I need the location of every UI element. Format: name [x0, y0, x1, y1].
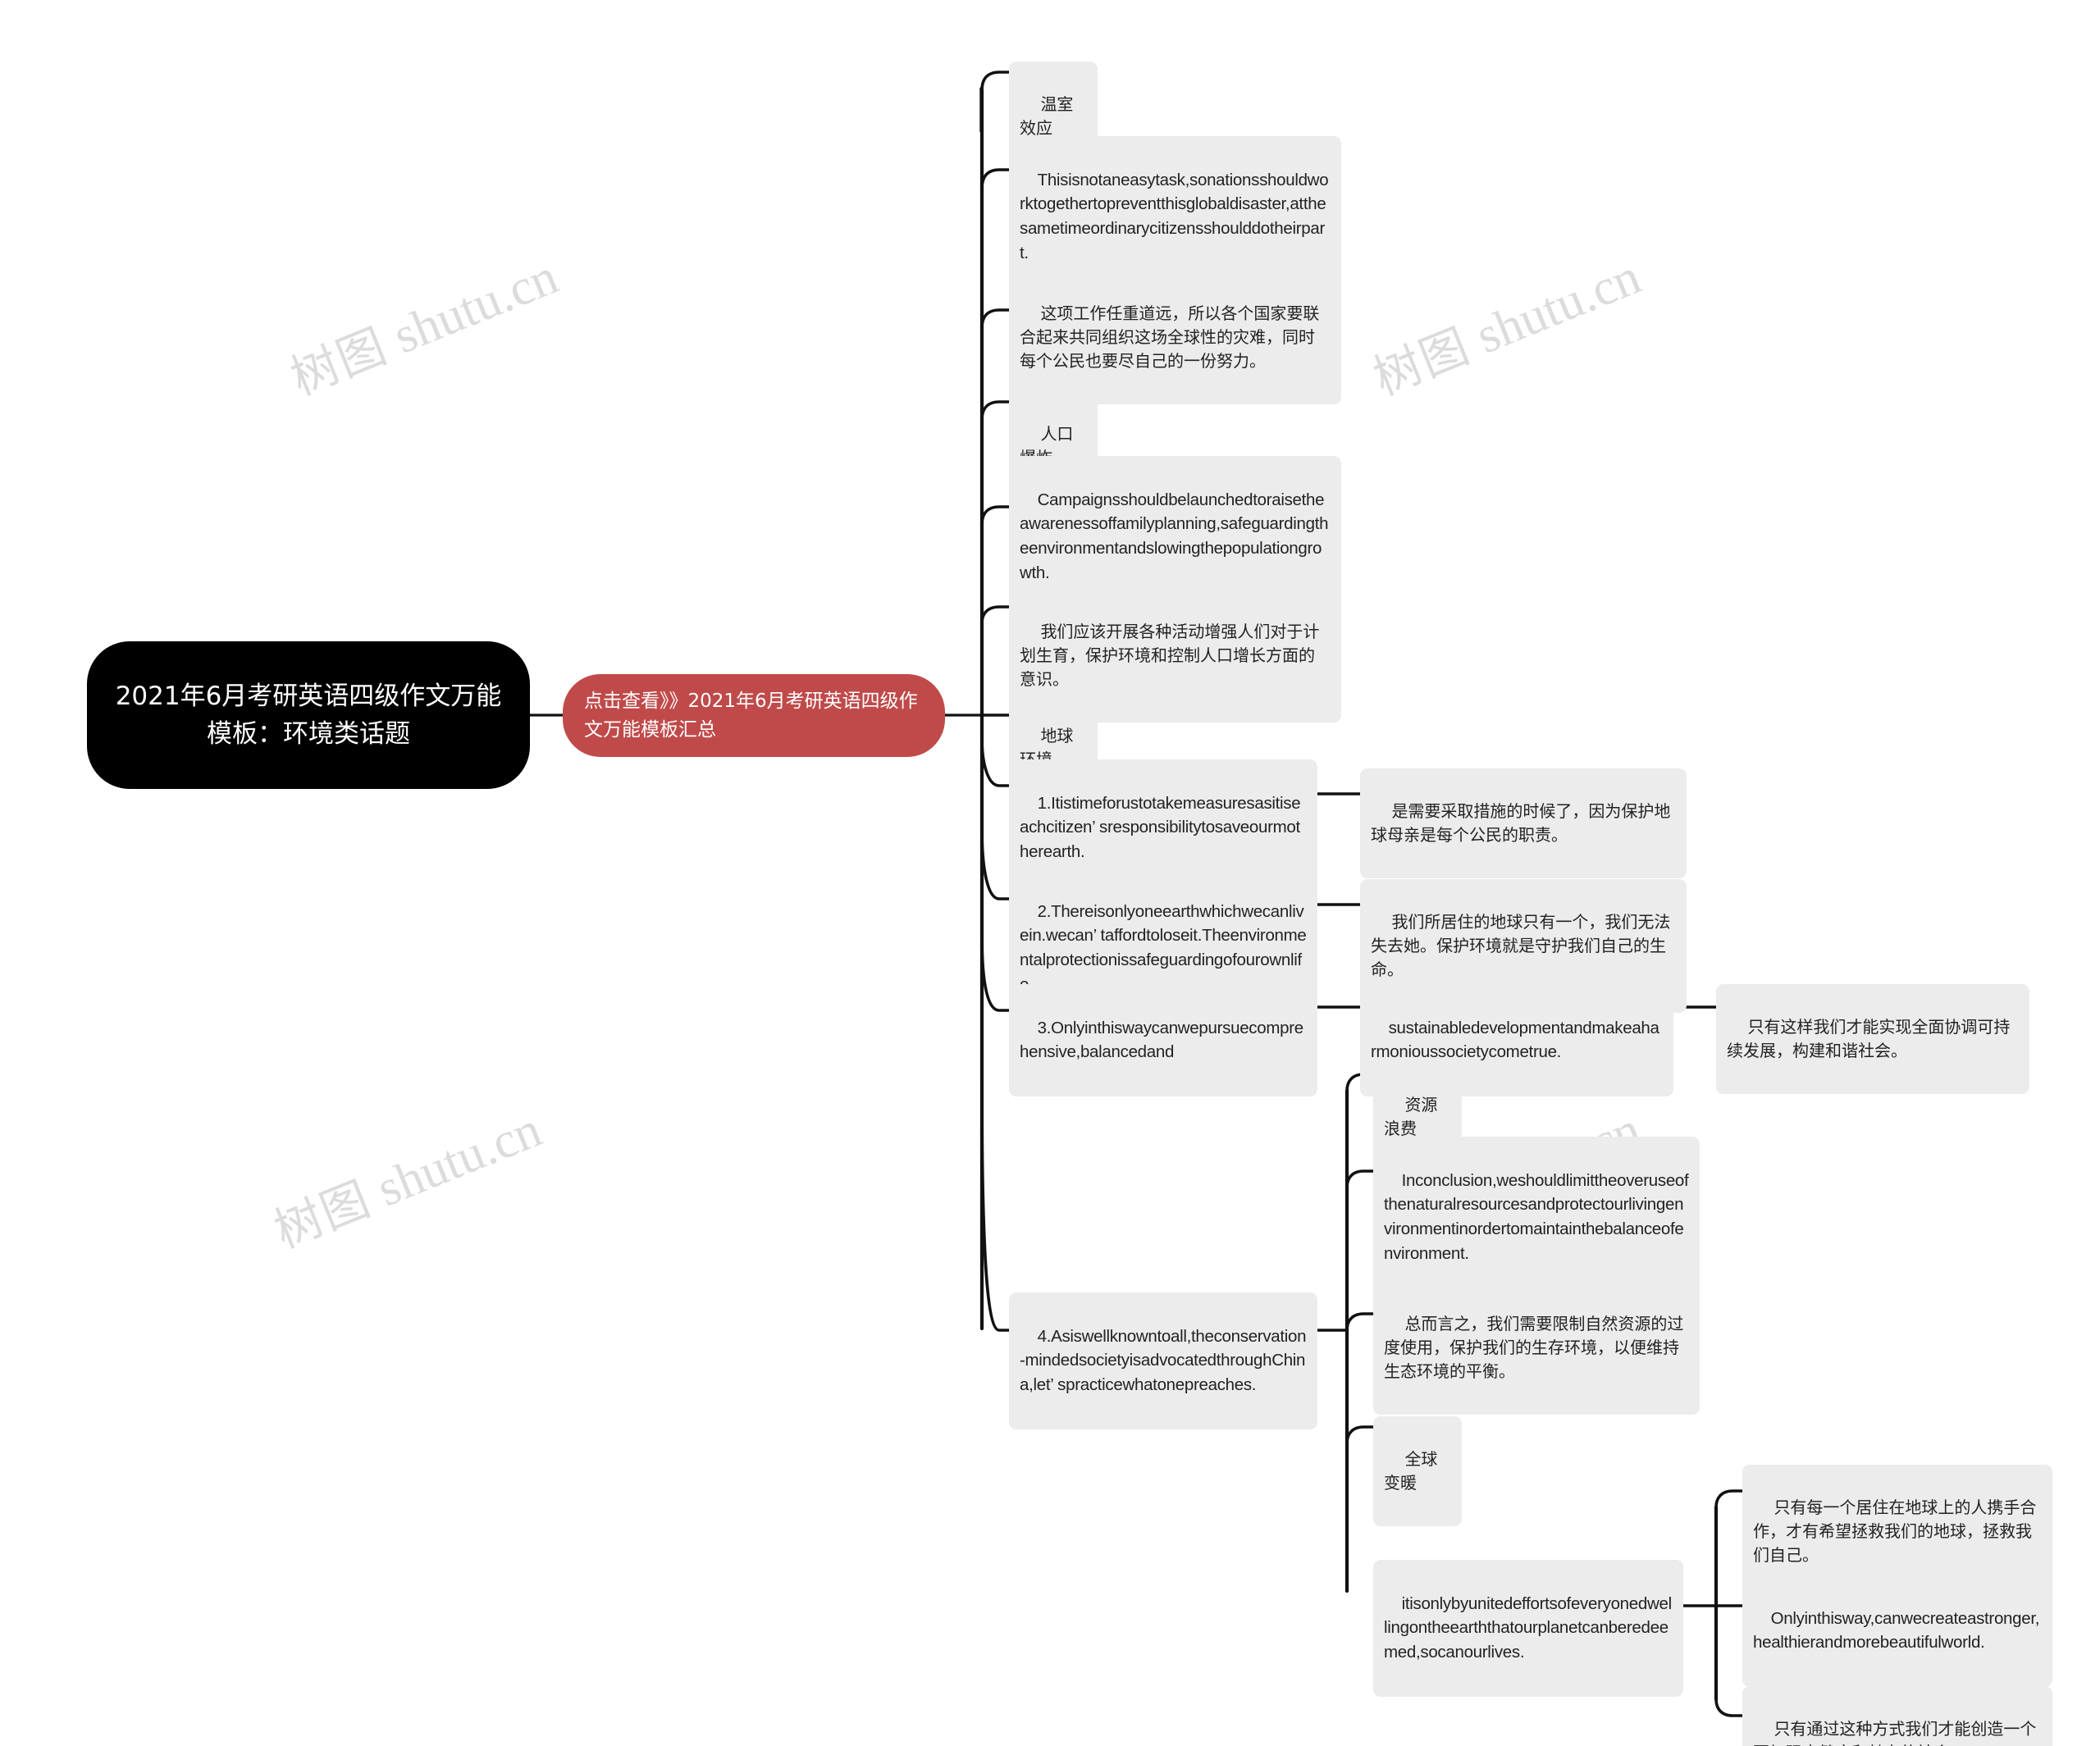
node-earth-3-en-a[interactable]: 3.Onlyinthiswaycanwepursuecomprehensive,…: [1009, 984, 1317, 1096]
node-label: 这项工作任重道远，所以各个国家要联合起来共同组织这场全球性的灾难，同时每个公民也…: [1020, 303, 1320, 371]
node-label: Inconclusion,weshouldlimittheoveruseofth…: [1384, 1170, 1689, 1263]
node-label: sustainabledevelopmentandmakeaharmonious…: [1371, 1018, 1659, 1062]
node-warming-topic[interactable]: 全球变暖: [1373, 1416, 1462, 1526]
node-label: Campaignsshouldbelaunchedtoraisetheaware…: [1020, 490, 1329, 582]
node-label: 全球变暖: [1384, 1449, 1438, 1493]
mindmap-canvas: 树图 shutu.cn 树图 shutu.cn 树图 shutu.cn 树图 s…: [0, 0, 2100, 1746]
node-label: Thisisnotaneasytask,sonationsshouldworkt…: [1020, 170, 1329, 262]
node-label: Onlyinthisway,canwecreateastronger,healt…: [1753, 1608, 2040, 1653]
node-label: 只有这样我们才能实现全面协调可持续发展，构建和谐社会。: [1727, 1017, 2011, 1060]
node-warming-en[interactable]: itisonlybyunitedeffortsofeveryonedwellin…: [1373, 1560, 1683, 1697]
hub-node-label: 点击查看》》2021年6月考研英语四级作文万能模板汇总: [584, 691, 918, 741]
node-label: 是需要采取措施的时候了，因为保护地球母亲是每个公民的职责。: [1371, 801, 1671, 845]
node-label: 资源浪费: [1384, 1095, 1438, 1138]
node-label: 总而言之，我们需要限制自然资源的过度使用，保护我们的生存环境，以便维持生态环境的…: [1384, 1314, 1684, 1381]
node-greenhouse-cn[interactable]: 这项工作任重道远，所以各个国家要联合起来共同组织这场全球性的灾难，同时每个公民也…: [1009, 271, 1341, 404]
watermark: 树图 shutu.cn: [266, 1101, 550, 1260]
node-earth-4-en[interactable]: 4.Asiswellknowntoall,theconservation-min…: [1009, 1292, 1317, 1429]
root-node[interactable]: 2021年6月考研英语四级作文万能模板：环境类话题: [87, 641, 530, 789]
node-warming-en-2[interactable]: Onlyinthisway,canwecreateastronger,healt…: [1742, 1575, 2052, 1687]
node-label: 只有每一个居住在地球上的人携手合作，才有希望拯救我们的地球，拯救我们自己。: [1753, 1498, 2037, 1565]
hub-node[interactable]: 点击查看》》2021年6月考研英语四级作文万能模板汇总: [563, 674, 945, 757]
node-label: 我们应该开展各种活动增强人们对于计划生育，保护环境和控制人口增长方面的意识。: [1020, 622, 1320, 689]
node-earth-3-cn[interactable]: 只有这样我们才能实现全面协调可持续发展，构建和谐社会。: [1716, 984, 2029, 1094]
node-resource-en[interactable]: Inconclusion,weshouldlimittheoveruseofth…: [1373, 1137, 1700, 1298]
node-label: 4.Asiswellknowntoall,theconservation-min…: [1020, 1326, 1307, 1395]
node-label: 3.Onlyinthiswaycanwepursuecomprehensive,…: [1020, 1018, 1303, 1062]
watermark: 树图 shutu.cn: [1365, 248, 1649, 407]
node-label: itisonlybyunitedeffortsofeveryonedwellin…: [1384, 1593, 1672, 1662]
node-earth-1-cn[interactable]: 是需要采取措施的时候了，因为保护地球母亲是每个公民的职责。: [1360, 768, 1687, 878]
node-label: 温室效应: [1020, 94, 1074, 138]
node-label: 2.Thereisonlyoneearthwhichwecanlivein.we…: [1020, 901, 1307, 994]
watermark: 树图 shutu.cn: [282, 248, 566, 407]
root-node-label: 2021年6月考研英语四级作文万能模板：环境类话题: [115, 681, 502, 750]
node-label: 1.Itistimeforustotakemeasuresasitiseachc…: [1020, 793, 1301, 862]
node-warming-cn-2[interactable]: 只有通过这种方式我们才能创造一个更加强大健康和魅力的社会。: [1742, 1686, 2052, 1746]
node-resource-cn[interactable]: 总而言之，我们需要限制自然资源的过度使用，保护我们的生存环境，以便维持生态环境的…: [1373, 1281, 1700, 1415]
node-label: 我们所居住的地球只有一个，我们无法失去她。保护环境就是守护我们自己的生命。: [1371, 912, 1671, 979]
node-label: 只有通过这种方式我们才能创造一个更加强大健康和魅力的社会。: [1753, 1719, 2037, 1746]
